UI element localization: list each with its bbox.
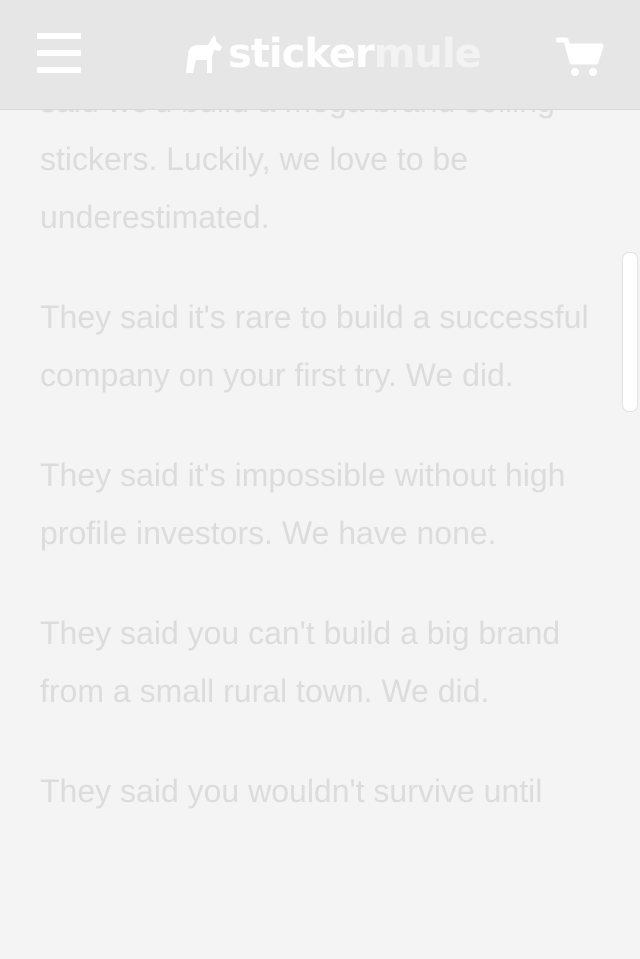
article-body: said we'd build a mega brand selling sti…: [40, 72, 610, 862]
article-paragraph: They said you wouldn't survive until: [40, 773, 543, 809]
stickermule-logo[interactable]: stickermule: [180, 30, 482, 78]
shopping-cart-icon[interactable]: [555, 36, 604, 78]
article-paragraph: They said it's impossible without high p…: [40, 457, 566, 551]
page: said we'd build a mega brand selling sti…: [0, 0, 640, 959]
hamburger-menu-icon[interactable]: [37, 33, 81, 73]
vertical-scrollbar[interactable]: [622, 252, 638, 412]
article-paragraph: They said you can't build a big brand fr…: [40, 615, 561, 709]
logo-text: stickermule: [228, 31, 482, 77]
site-header: stickermule: [0, 0, 640, 110]
article-paragraph: They said it's rare to build a successfu…: [40, 299, 589, 393]
mule-icon: [186, 35, 222, 73]
